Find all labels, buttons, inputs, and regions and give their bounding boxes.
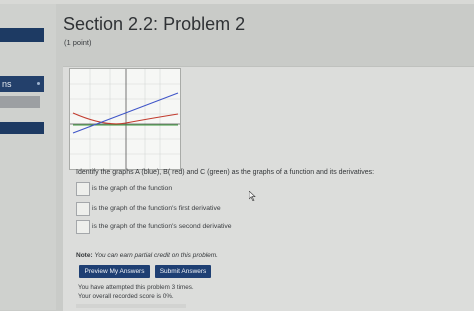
- sidebar-item-label: ns: [2, 79, 12, 89]
- sidebar-item-current[interactable]: ns: [0, 76, 44, 92]
- sidebar-block[interactable]: [0, 28, 44, 42]
- problem-graph: [69, 68, 181, 170]
- answer-label-first-derivative: is the graph of the function's first der…: [92, 205, 221, 212]
- sidebar-item-gray[interactable]: [0, 96, 40, 108]
- score-text: Your overall recorded score is 0%.: [78, 293, 174, 300]
- mouse-cursor-icon: [249, 191, 256, 201]
- question-text: Identify the graphs A (blue), B( red) an…: [76, 169, 375, 176]
- answer-input-function[interactable]: [76, 182, 90, 196]
- sidebar-block-lower[interactable]: [0, 122, 44, 134]
- bullet-icon: [37, 82, 40, 85]
- top-strip: [0, 0, 474, 4]
- answer-label-function: is the graph of the function: [92, 185, 173, 192]
- points-label: (1 point): [64, 38, 92, 47]
- note-prefix: Note:: [76, 252, 93, 259]
- preview-answers-button[interactable]: Preview My Answers: [79, 265, 150, 278]
- graph-grid: [70, 69, 180, 169]
- answer-input-second-derivative[interactable]: [76, 220, 90, 234]
- graph-svg: [70, 69, 180, 169]
- cutoff-link[interactable]: [76, 304, 186, 308]
- curve-b-red: [72, 112, 179, 125]
- answer-label-second-derivative: is the graph of the function's second de…: [92, 223, 232, 230]
- note-body: You can earn partial credit on this prob…: [94, 252, 218, 259]
- answer-input-first-derivative[interactable]: [76, 202, 90, 216]
- submit-answers-button[interactable]: Submit Answers: [155, 265, 211, 278]
- sidebar: ns: [0, 4, 56, 310]
- page-title: Section 2.2: Problem 2: [63, 14, 246, 34]
- note-text: Note: You can earn partial credit on thi…: [76, 252, 218, 259]
- attempts-text: You have attempted this problem 3 times.: [78, 284, 194, 291]
